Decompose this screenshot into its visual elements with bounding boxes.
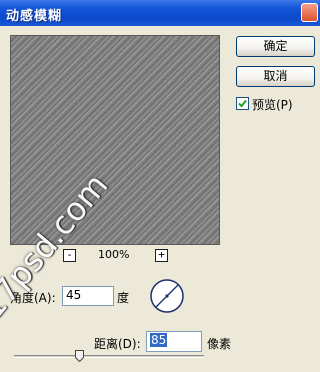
- distance-input[interactable]: 85: [146, 331, 202, 352]
- distance-label: 距离(D):: [94, 337, 141, 351]
- distance-slider-track[interactable]: [14, 355, 204, 358]
- angle-dial[interactable]: [148, 277, 186, 315]
- zoom-level: 100%: [98, 248, 130, 261]
- ok-button[interactable]: 确定: [236, 36, 315, 57]
- angle-value: 45: [66, 288, 82, 302]
- preview-label: 预览(P): [252, 98, 293, 112]
- window-title: 动感模糊: [6, 9, 63, 24]
- close-icon[interactable]: [301, 3, 318, 22]
- angle-unit: 度: [117, 291, 130, 305]
- filter-preview[interactable]: [10, 35, 220, 245]
- distance-slider-thumb[interactable]: [75, 350, 84, 362]
- zoom-in-button[interactable]: +: [155, 249, 168, 262]
- distance-unit: 像素: [207, 337, 232, 351]
- distance-value: 85: [150, 333, 168, 347]
- preview-checkbox[interactable]: [236, 97, 249, 110]
- cancel-button[interactable]: 取消: [236, 66, 315, 87]
- angle-input[interactable]: 45: [62, 286, 114, 306]
- motion-blur-texture: [11, 36, 219, 244]
- title-bar[interactable]: 动感模糊: [0, 0, 320, 26]
- checkmark-icon: [238, 99, 247, 108]
